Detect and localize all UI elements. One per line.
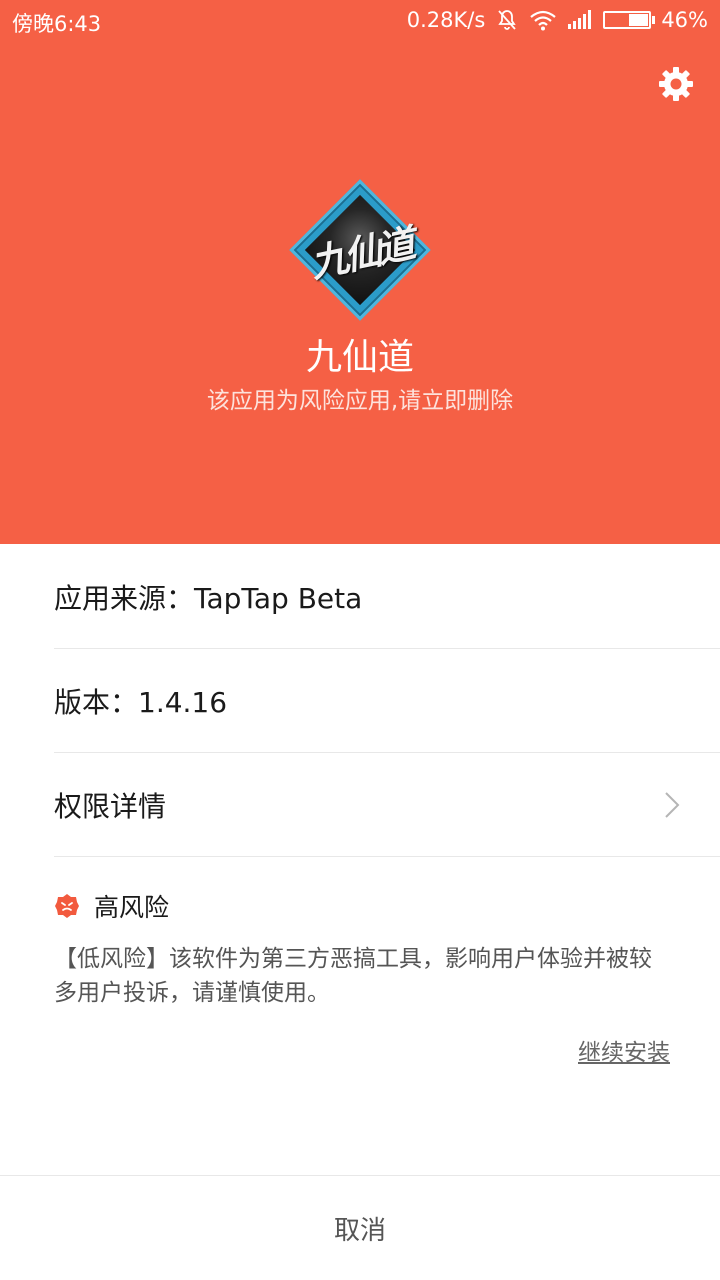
- continue-install-link[interactable]: 继续安装: [578, 1033, 670, 1067]
- battery-body: [603, 11, 652, 29]
- battery-percent: 46%: [661, 8, 708, 32]
- bottom-action-bar: 取消: [0, 1175, 720, 1280]
- app-icon: 九仙道: [288, 178, 432, 322]
- app-icon-calligraphy: 九仙道: [306, 220, 416, 286]
- app-version-text: 版本：1.4.16: [54, 685, 228, 719]
- app-name: 九仙道: [305, 337, 414, 378]
- mute-icon: [495, 8, 519, 32]
- risk-warning-text: 该应用为风险应用,请立即删除: [206, 388, 514, 414]
- status-right: 0.28K/s 46%: [407, 8, 708, 32]
- battery-tip: [652, 16, 656, 24]
- status-time: 傍晚6:43: [12, 12, 102, 36]
- header-hero: 傍晚6:43 0.28K/s 46% 九仙道 九仙道 该应用为风险应用,请立即删…: [0, 0, 720, 544]
- permission-details-label: 权限详情: [54, 789, 167, 823]
- battery-icon: [603, 11, 656, 29]
- app-source-row: 应用来源：TapTap Beta: [54, 545, 720, 649]
- risk-level-header: 高风险: [54, 888, 169, 924]
- gear-icon[interactable]: [656, 64, 696, 104]
- risk-description: 【低风险】该软件为第三方恶搞工具，影响用户体验并被较多用户投诉，请谨慎使用。: [54, 946, 652, 1006]
- wifi-icon: [529, 8, 557, 32]
- app-source-text: 应用来源：TapTap Beta: [54, 581, 363, 615]
- signal-icon: [567, 8, 593, 32]
- risk-badge-icon: [54, 893, 80, 919]
- battery-fill: [629, 14, 649, 26]
- cancel-button[interactable]: 取消: [0, 1176, 720, 1280]
- app-version-row: 版本：1.4.16: [54, 649, 720, 753]
- status-bar: 傍晚6:43 0.28K/s 46%: [0, 0, 720, 42]
- network-speed: 0.28K/s: [406, 8, 486, 32]
- risk-level-label: 高风险: [94, 893, 170, 922]
- chevron-right-icon: [664, 791, 680, 819]
- permission-details-row[interactable]: 权限详情: [54, 753, 720, 857]
